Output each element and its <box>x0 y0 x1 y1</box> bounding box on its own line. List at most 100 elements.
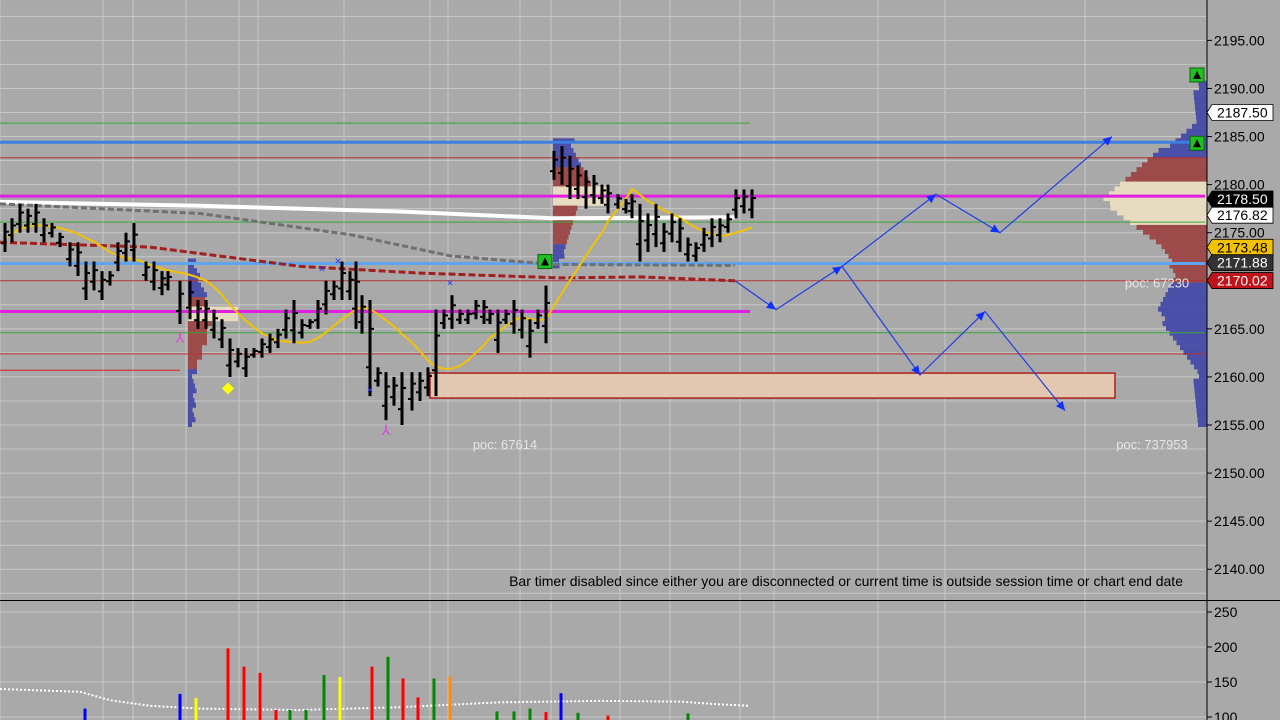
green-triangle-marker <box>1189 135 1205 151</box>
composite-profile-row <box>1114 186 1207 192</box>
composite-profile-row <box>1120 181 1207 187</box>
volume-profile-row <box>188 369 197 375</box>
volume-bar <box>544 712 548 720</box>
price-tag: 2187.50 <box>1206 104 1274 121</box>
volume-bar <box>83 708 87 720</box>
composite-profile-row <box>1176 340 1207 346</box>
x-marker: × <box>319 263 325 275</box>
volume-tick-label: 150 <box>1214 674 1238 690</box>
price-tick-label: 2185.00 <box>1214 129 1265 145</box>
price-bar <box>398 372 406 425</box>
volume-profile-row <box>553 248 564 254</box>
price-tag: 2176.82 <box>1206 206 1274 224</box>
pink-arrow-marker: ⅄ <box>381 423 391 439</box>
volume-bar <box>401 678 405 720</box>
composite-profile-row <box>1194 95 1207 101</box>
composite-profile-row <box>1110 200 1207 206</box>
volume-profile-row <box>188 383 195 389</box>
composite-profile-row <box>1131 172 1207 177</box>
volume-panel[interactable]: 250 200 150 100 <box>0 600 1280 720</box>
volume-bar <box>606 715 610 720</box>
trading-chart[interactable]: × × × × ⅄ ⅄ poc: 67614 poc: 737953 poc: 67230 Bar… <box>0 0 1280 720</box>
composite-profile-row <box>1161 311 1207 317</box>
composite-profile-row <box>1165 248 1207 254</box>
price-tick-label: 2190.00 <box>1214 80 1265 96</box>
pink-arrow-marker: ⅄ <box>175 330 185 346</box>
composite-profile-row <box>1173 268 1207 274</box>
x-marker: × <box>367 384 373 396</box>
volume-bar <box>338 677 342 720</box>
volume-profile-row <box>188 388 197 394</box>
x-marker: × <box>447 278 453 290</box>
volume-bar <box>528 708 532 720</box>
composite-profile-row <box>1153 152 1207 158</box>
volume-profile-row <box>188 340 207 346</box>
volume-profile-row <box>553 205 578 211</box>
price-tick-label: 2140.00 <box>1214 561 1265 577</box>
composite-profile-row <box>1161 244 1207 250</box>
volume-profile-row <box>553 253 565 259</box>
price-bar <box>366 300 374 397</box>
price-bar <box>352 261 360 329</box>
price-bar <box>98 271 106 300</box>
volume-bar <box>194 698 198 720</box>
composite-profile-row <box>1195 397 1207 403</box>
volume-bar <box>576 712 580 720</box>
volume-bar <box>322 675 326 720</box>
composite-profile-row <box>1199 85 1207 91</box>
price-bar <box>306 319 314 329</box>
volume-bar <box>258 672 262 720</box>
volume-profile-row <box>188 397 195 403</box>
composite-profile-row <box>1168 253 1207 259</box>
price-bar <box>106 271 114 286</box>
forecast-arrowhead <box>1055 400 1065 411</box>
volume-profile-row <box>188 354 202 360</box>
volume-tick-label: 250 <box>1214 604 1238 620</box>
price-tag-label: 2173.48 <box>1217 239 1268 255</box>
volume-profile-row <box>188 359 197 365</box>
price-bar <box>732 189 740 219</box>
price-bar <box>382 372 390 421</box>
green-triangle-marker <box>537 254 553 270</box>
volume-profile-row <box>553 224 572 230</box>
price-bar <box>158 271 166 296</box>
price-bar <box>176 280 184 325</box>
price-bar <box>408 372 416 411</box>
price-bar <box>628 194 636 219</box>
volume-bar <box>495 711 499 720</box>
price-tag-label: 2176.82 <box>1217 207 1268 223</box>
composite-profile-row <box>1197 417 1207 423</box>
composite-profile-row <box>1195 104 1207 110</box>
price-bar <box>48 223 56 238</box>
price-bar <box>290 300 298 344</box>
composite-profile-row <box>1125 176 1207 182</box>
price-tick-label: 2155.00 <box>1214 417 1265 433</box>
poc-label: poc: 67230 <box>1125 276 1189 291</box>
composite-profile-row <box>1136 167 1207 173</box>
volume-profile-row <box>553 244 566 250</box>
price-bar <box>282 309 290 339</box>
price-bar <box>24 208 32 233</box>
composite-profile-row <box>1156 239 1207 245</box>
volume-profile-row <box>553 229 570 235</box>
composite-profile-row <box>1195 393 1207 399</box>
volume-profile-row <box>188 417 196 423</box>
price-bar <box>322 280 330 315</box>
composite-profile-row <box>1165 292 1207 298</box>
volume-profile-row <box>188 268 197 274</box>
composite-profile-row <box>1198 422 1207 427</box>
price-tag-label: 2171.88 <box>1217 255 1268 271</box>
volume-profile-row <box>188 422 192 427</box>
composite-profile-row <box>1196 114 1207 120</box>
price-bar <box>90 261 98 291</box>
price-panel[interactable]: × × × × ⅄ ⅄ poc: 67614 poc: 737953 poc: 67230 Bar… <box>0 0 1280 600</box>
average-volume-line <box>0 688 751 712</box>
composite-profile-row <box>1193 90 1207 96</box>
price-tag: 2170.02 <box>1206 272 1274 289</box>
price-bar <box>652 203 660 248</box>
volume-profile-row <box>188 345 202 351</box>
volume-tick-label: 200 <box>1214 639 1238 655</box>
price-tag: 2173.48 <box>1206 238 1274 256</box>
volume-profile-row <box>188 321 212 327</box>
price-tag-label: 2170.02 <box>1217 273 1268 289</box>
